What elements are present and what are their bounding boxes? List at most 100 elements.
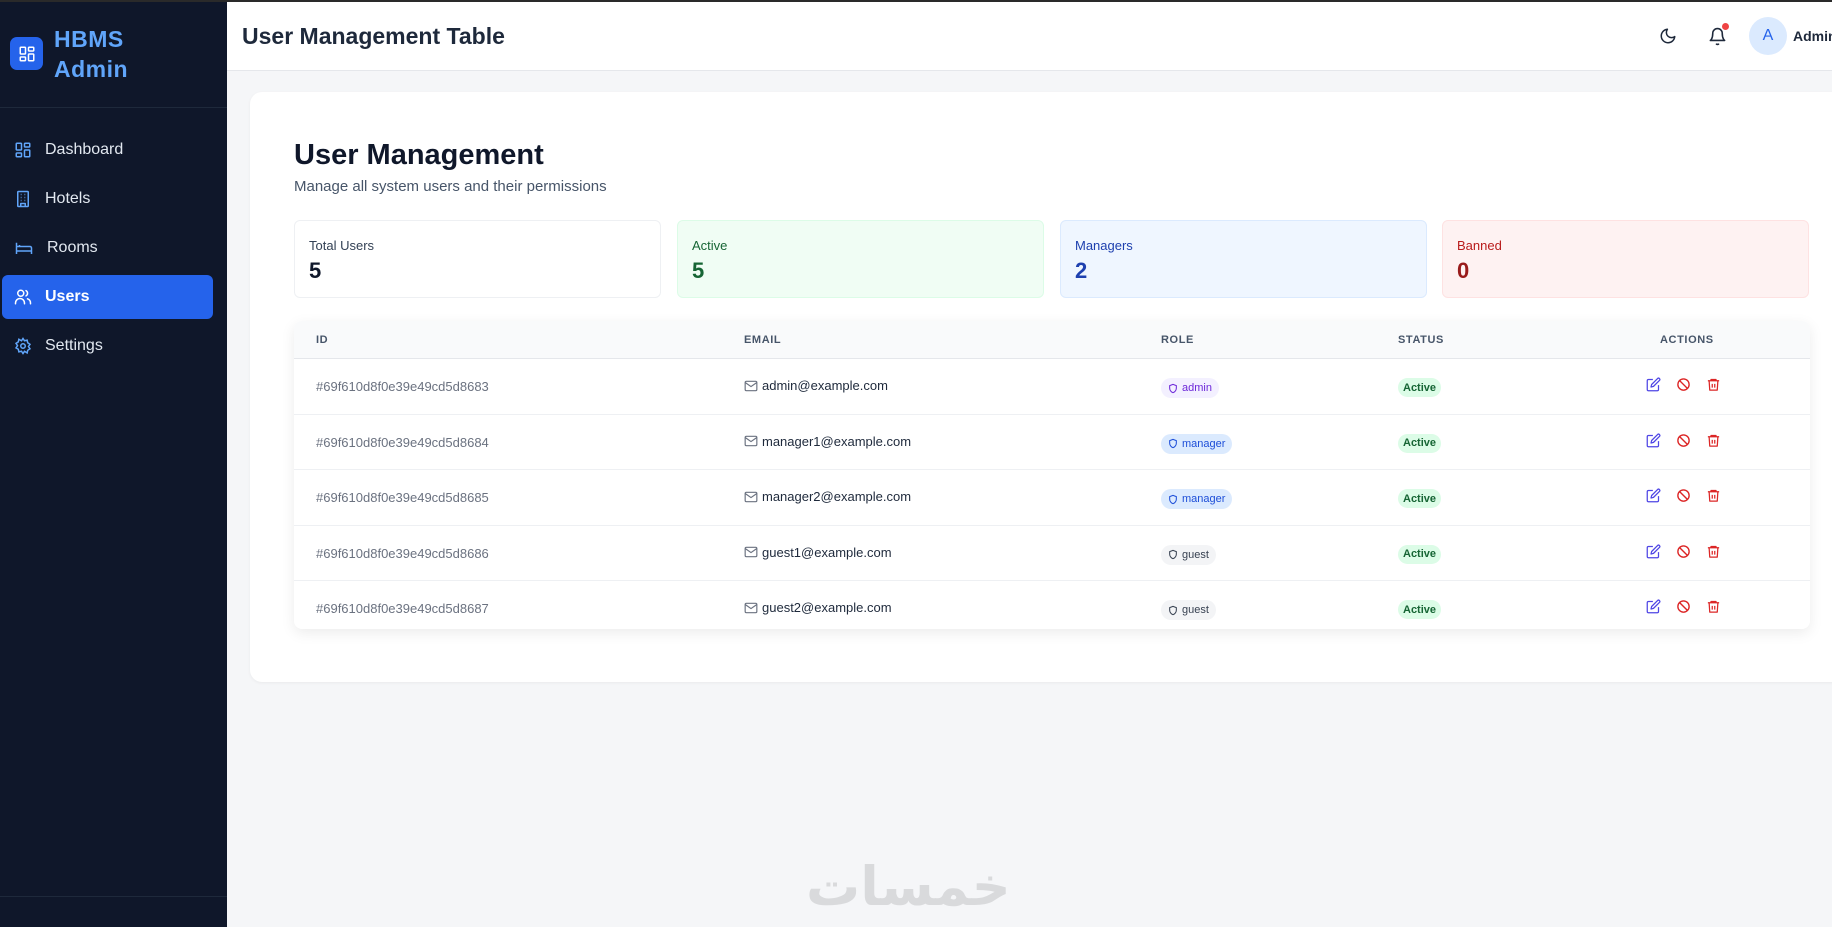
status-cell: Active: [1398, 378, 1442, 397]
status-badge: Active: [1398, 433, 1442, 453]
role-text: guest: [1182, 604, 1209, 616]
theme-toggle-button[interactable]: [1655, 23, 1681, 49]
ban-icon[interactable]: [1676, 599, 1692, 615]
avatar[interactable]: A: [1749, 17, 1787, 55]
edit-icon[interactable]: [1646, 433, 1662, 449]
shield-icon: [1169, 438, 1177, 449]
trash-icon[interactable]: [1706, 488, 1722, 504]
status-badge: Active: [1398, 378, 1442, 397]
column-header-email: EMAIL: [744, 334, 782, 346]
role-text: guest: [1182, 548, 1209, 561]
role-badge: guest: [1161, 544, 1216, 565]
status-cell: Active: [1398, 433, 1442, 453]
shield-icon: [1169, 383, 1177, 393]
sidebar-footer-divider: [0, 896, 227, 897]
window-top-border: [0, 0, 1832, 2]
user-id: #69f610d8f0e39e49cd5d8683: [316, 379, 489, 394]
edit-icon[interactable]: [1646, 544, 1662, 560]
trash-icon[interactable]: [1706, 599, 1722, 615]
email-text: guest2@example.com: [762, 600, 892, 615]
sidebar-item-rooms[interactable]: Rooms: [2, 226, 213, 270]
role-badge: guest: [1161, 600, 1216, 620]
mail-icon: [744, 435, 758, 447]
column-header-actions: ACTIONS: [1660, 334, 1714, 346]
gear-icon: [14, 337, 32, 355]
stat-card-managers: Managers 2: [1060, 220, 1427, 298]
users-table: ID EMAIL ROLE STATUS ACTIONS #69f610d8f0…: [294, 321, 1810, 629]
sidebar-item-label: Dashboard: [45, 141, 124, 158]
role-text: manager: [1182, 493, 1226, 505]
status-badge: Active: [1398, 600, 1442, 619]
stat-value: 0: [1457, 258, 1470, 283]
notifications-button[interactable]: [1704, 23, 1730, 49]
user-email: guest1@example.com: [744, 545, 892, 560]
user-id: #69f610d8f0e39e49cd5d8686: [316, 545, 489, 561]
stat-card-active: Active 5: [677, 220, 1044, 298]
table-row[interactable]: #69f610d8f0e39e49cd5d8686 guest1@example.…: [294, 526, 1810, 581]
email-text: manager2@example.com: [762, 489, 912, 504]
status-cell: Active: [1398, 489, 1442, 508]
page-subtitle: Manage all system users and their permis…: [294, 178, 607, 195]
status-cell: Active: [1398, 544, 1442, 564]
shield-icon: [1169, 494, 1177, 504]
role-text: admin: [1182, 382, 1212, 394]
table-header: ID EMAIL ROLE STATUS ACTIONS: [294, 321, 1810, 359]
watermark: خمسات: [806, 855, 1011, 918]
column-header-role: ROLE: [1161, 334, 1194, 346]
sidebar-item-settings[interactable]: Settings: [2, 324, 213, 368]
stat-label: Managers: [1075, 238, 1133, 253]
brand-name-line2: Admin: [54, 55, 129, 82]
shield-icon: [1169, 549, 1177, 560]
edit-icon[interactable]: [1646, 377, 1662, 393]
mail-icon: [744, 491, 758, 502]
user-id: #69f610d8f0e39e49cd5d8687: [316, 601, 489, 616]
mail-icon: [744, 602, 758, 613]
column-header-id: ID: [316, 334, 329, 346]
dashboard-icon: [15, 142, 31, 158]
user-email: manager1@example.com: [744, 434, 911, 449]
shield-icon: [1169, 605, 1177, 615]
stat-label: Total Users: [309, 238, 375, 253]
moon-icon: [1660, 28, 1676, 44]
role-cell: admin: [1161, 378, 1219, 398]
trash-icon[interactable]: [1706, 377, 1722, 393]
trash-icon[interactable]: [1706, 544, 1722, 560]
stat-label: Active: [692, 238, 728, 253]
sidebar-item-label: Users: [45, 288, 90, 305]
sidebar: HBMS Admin Dashboard Hotels Rooms Users …: [0, 0, 227, 927]
row-actions: [1646, 544, 1722, 560]
user-id: #69f610d8f0e39e49cd5d8685: [316, 490, 489, 505]
column-header-status: STATUS: [1398, 334, 1444, 346]
status-badge: Active: [1398, 544, 1442, 564]
table-row[interactable]: #69f610d8f0e39e49cd5d8684 manager1@exampl…: [294, 415, 1810, 470]
bed-icon: [15, 242, 33, 254]
edit-icon[interactable]: [1646, 488, 1662, 504]
brand[interactable]: HBMS Admin: [0, 0, 227, 108]
table-body: #69f610d8f0e39e49cd5d8683 admin@example.c…: [294, 359, 1810, 629]
sidebar-item-dashboard[interactable]: Dashboard: [2, 128, 213, 172]
role-cell: guest: [1161, 600, 1216, 620]
sidebar-item-hotels[interactable]: Hotels: [2, 177, 213, 221]
main-card: User Management Manage all system users …: [250, 92, 1832, 682]
row-actions: [1646, 599, 1722, 615]
trash-icon[interactable]: [1706, 433, 1722, 449]
ban-icon[interactable]: [1676, 544, 1692, 560]
ban-icon[interactable]: [1676, 488, 1692, 504]
mail-icon: [744, 546, 758, 558]
row-actions: [1646, 488, 1722, 504]
role-cell: manager: [1161, 489, 1233, 509]
table-row[interactable]: #69f610d8f0e39e49cd5d8683 admin@example.c…: [294, 359, 1810, 415]
edit-icon[interactable]: [1646, 599, 1662, 615]
ban-icon[interactable]: [1676, 433, 1692, 449]
role-text: manager: [1182, 437, 1226, 450]
user-name[interactable]: Admin: [1793, 28, 1832, 44]
ban-icon[interactable]: [1676, 377, 1692, 393]
top-header: User Management Table A Admin: [227, 2, 1832, 71]
sidebar-item-users[interactable]: Users: [2, 275, 213, 319]
sidebar-item-label: Settings: [45, 337, 103, 354]
table-row[interactable]: #69f610d8f0e39e49cd5d8685 manager2@exampl…: [294, 470, 1810, 526]
stat-value: 5: [692, 258, 705, 283]
user-email: guest2@example.com: [744, 600, 892, 615]
role-cell: manager: [1161, 433, 1233, 454]
table-row[interactable]: #69f610d8f0e39e49cd5d8687 guest2@example.…: [294, 581, 1810, 629]
